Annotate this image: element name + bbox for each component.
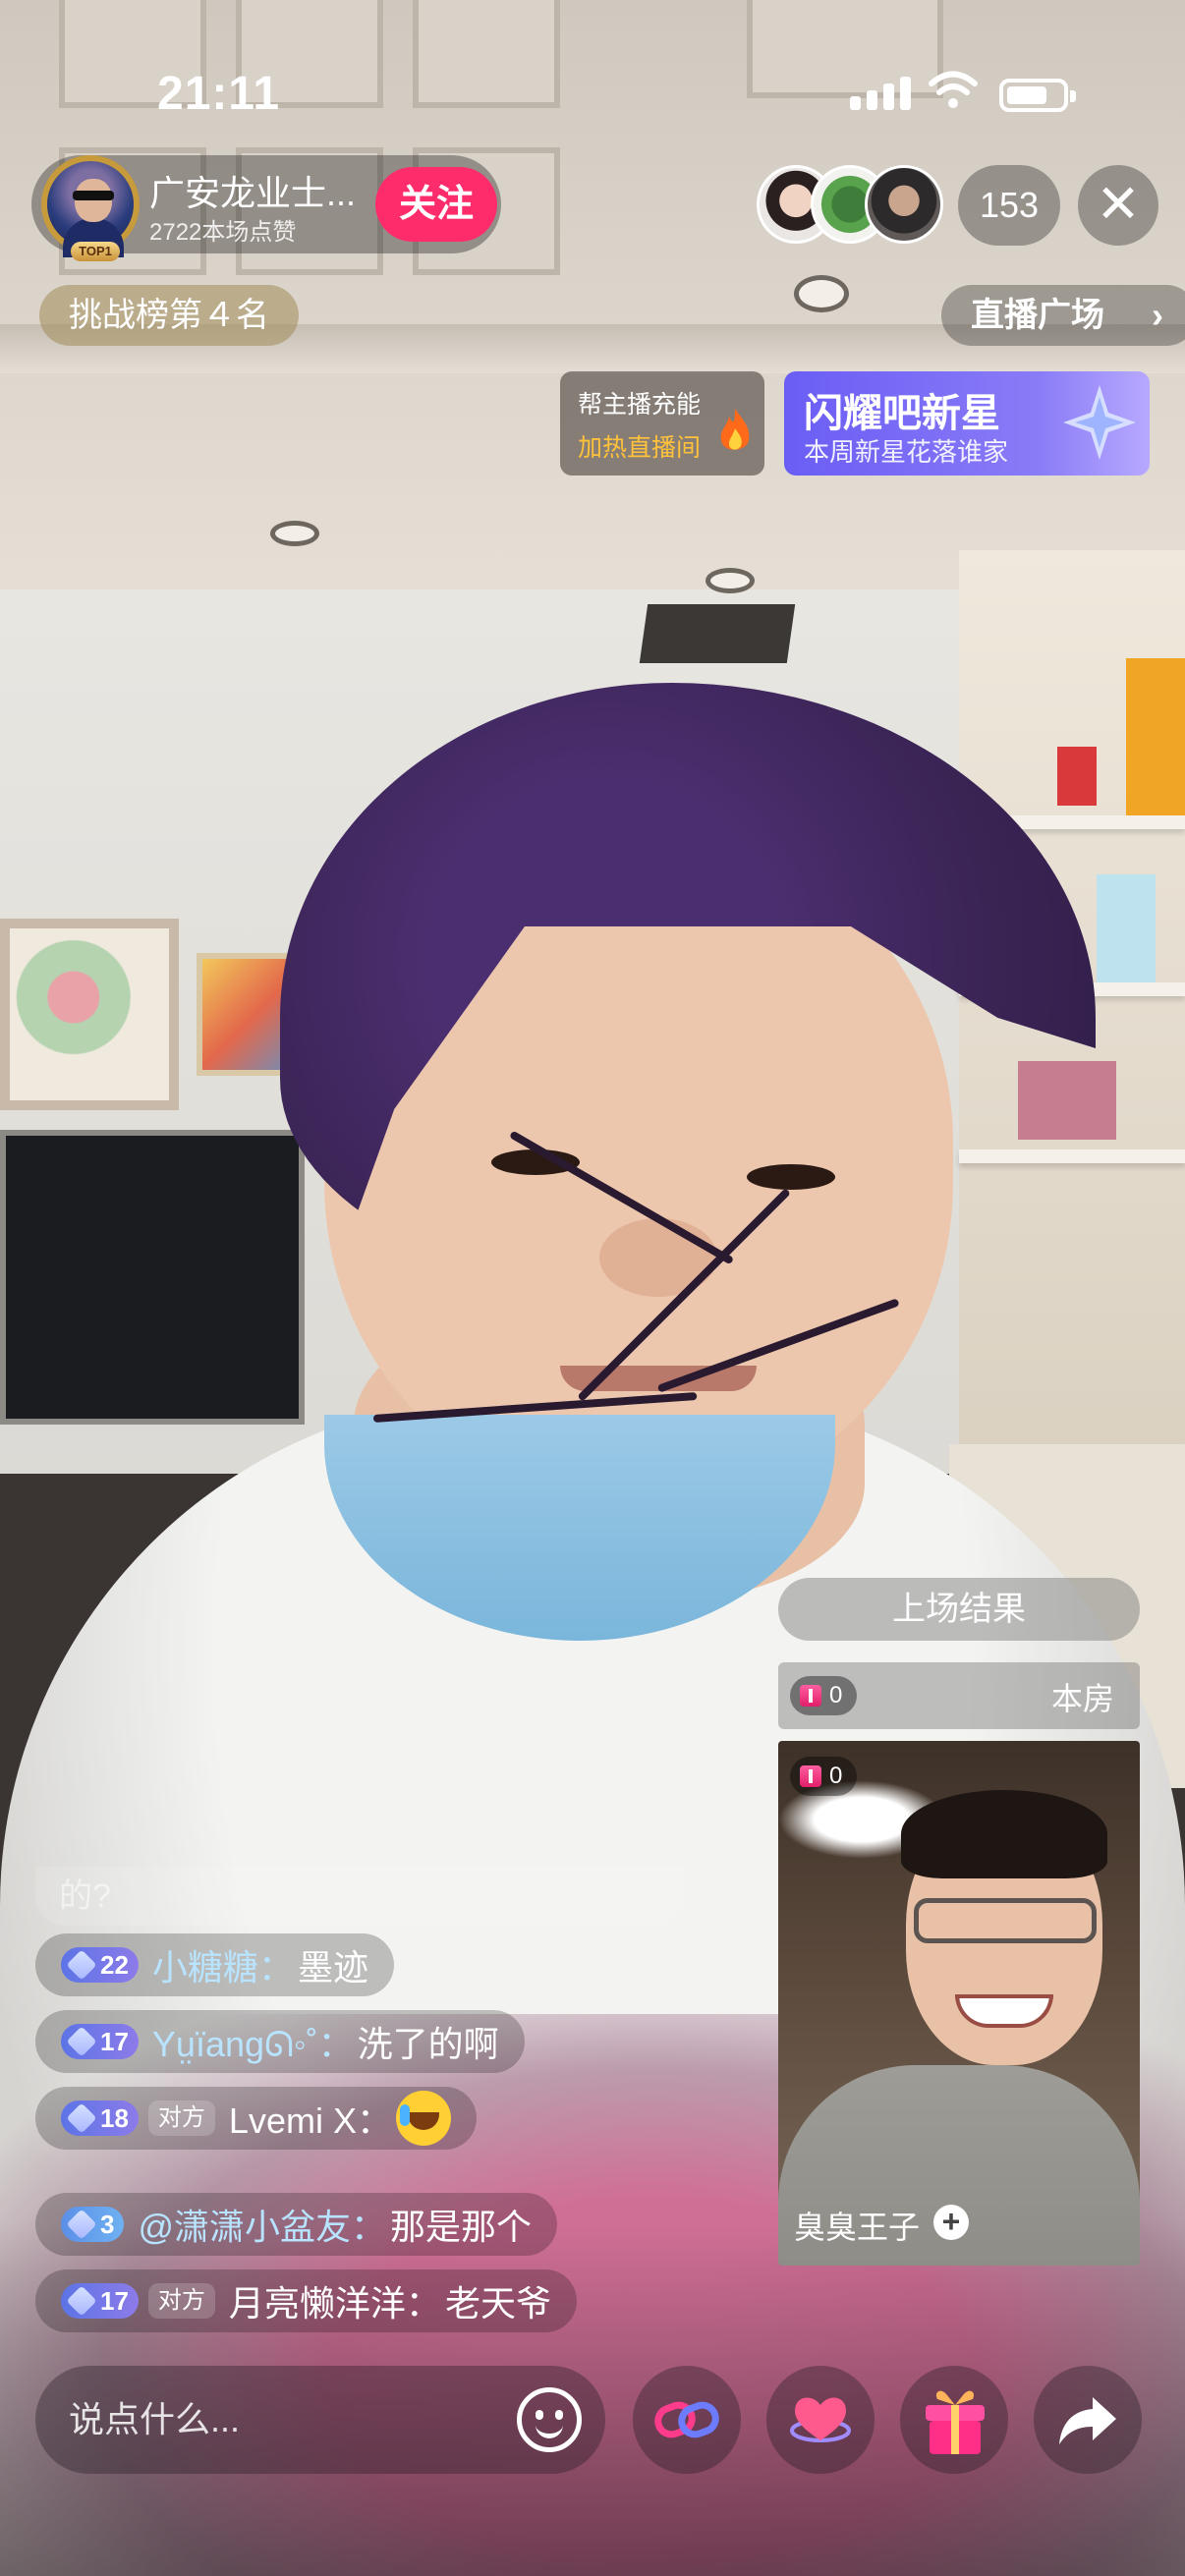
boost-line1: 帮主播充能	[578, 391, 702, 419]
home-score: 0	[790, 1676, 857, 1715]
comment-user[interactable]: Yṳïangᘏ◦˚：	[152, 2016, 354, 2067]
gift-box-icon	[926, 2390, 985, 2454]
challenge-rank-pill[interactable]: 挑战榜第４名	[39, 285, 299, 346]
link-button[interactable]	[633, 2366, 741, 2474]
rising-star-subtitle: 本周新星花落谁家	[804, 437, 1009, 467]
comment-row[interactable]: 22 小糖糖： 墨迹	[35, 1933, 394, 1996]
chevron-right-icon: ›	[1152, 295, 1163, 335]
wall-painting	[0, 919, 179, 1110]
boost-stream-card[interactable]: 帮主播充能 加热直播间	[560, 371, 764, 476]
eye	[747, 1164, 835, 1190]
battery-icon	[999, 79, 1076, 112]
score-icon	[800, 1765, 821, 1787]
host-likes: 2722本场点赞	[149, 219, 297, 246]
comment-text: 那是那个	[390, 2207, 533, 2247]
laugh-cry-emoji-icon	[395, 2091, 451, 2146]
level-badge: 17	[61, 2024, 139, 2059]
comment-input-placeholder: 说点什么...	[69, 2399, 241, 2439]
comment-user[interactable]: 小糖糖：	[152, 1939, 294, 1990]
top1-badge: TOP1	[71, 242, 120, 261]
diamond-icon	[66, 2209, 97, 2240]
match-result-pill[interactable]: 上场结果	[778, 1578, 1140, 1641]
shelf	[959, 550, 1185, 1533]
comment-row[interactable]: 18 对方 Lvemi X：	[35, 2087, 477, 2150]
gift-button[interactable]	[900, 2366, 1008, 2474]
boost-line2: 加热直播间	[578, 434, 702, 462]
level-badge: 17	[61, 2283, 139, 2319]
like-button[interactable]	[766, 2366, 875, 2474]
top-viewers[interactable]	[757, 165, 943, 248]
comment-text: 洗了的啊	[357, 2024, 499, 2064]
comment-input[interactable]: 说点什么...	[35, 2366, 605, 2474]
share-icon	[1059, 2397, 1116, 2444]
level-badge: 3	[61, 2207, 125, 2242]
status-time: 21:11	[157, 68, 281, 120]
comment-user[interactable]: 月亮懒洋洋：	[229, 2275, 441, 2326]
host-avatar[interactable]	[41, 155, 140, 257]
nose	[599, 1218, 717, 1297]
comment-text: 墨迹	[297, 1947, 368, 1988]
star-gem-icon	[1063, 385, 1136, 460]
level-badge: 18	[61, 2100, 139, 2136]
live-plaza-button[interactable]: 直播广场 ›	[941, 285, 1185, 346]
viewer-avatar[interactable]	[865, 165, 943, 244]
signal-icon	[850, 77, 911, 110]
opponent-side-tag: 对方	[147, 2100, 215, 2136]
comment-text: 老天爷	[444, 2283, 551, 2324]
opponent-score: 0	[790, 1757, 857, 1796]
heart-icon	[790, 2397, 851, 2442]
close-icon[interactable]: ✕	[1078, 165, 1158, 246]
ceiling-vent	[639, 604, 796, 663]
diamond-icon	[66, 2285, 97, 2317]
comment-row[interactable]: 17 Yṳïangᘏ◦˚： 洗了的啊	[35, 2010, 525, 2073]
diamond-icon	[66, 2026, 97, 2057]
opponent-hair	[901, 1790, 1107, 1878]
home-room-bar: 0 本房	[778, 1662, 1140, 1729]
opponent-name[interactable]: 臭臭王子	[794, 2203, 920, 2248]
comment-row[interactable]: 3 @潇潇小盆友： 那是那个	[35, 2193, 558, 2256]
emoji-icon[interactable]	[517, 2387, 582, 2452]
follow-button[interactable]: 关注	[375, 167, 497, 242]
faded-comment: 的?	[35, 1867, 684, 1926]
rising-star-card[interactable]: 闪耀吧新星 本周新星花落谁家	[784, 371, 1150, 476]
live-plaza-label: 直播广场	[971, 297, 1104, 334]
home-room-label: 本房	[1050, 1681, 1114, 1716]
follow-opponent-button[interactable]: +	[933, 2205, 969, 2240]
diamond-icon	[66, 1949, 97, 1981]
wifi-icon	[929, 71, 978, 108]
opponent-video[interactable]: 0 臭臭王子 +	[778, 1741, 1140, 2266]
comment-row[interactable]: 17 对方 月亮懒洋洋： 老天爷	[35, 2269, 577, 2332]
ceiling-light	[794, 275, 849, 312]
host-info[interactable]: TOP1 广安龙业士... 2722本场点赞 关注	[31, 155, 501, 261]
fire-icon	[720, 409, 750, 450]
rising-star-title: 闪耀吧新星	[804, 392, 1000, 435]
opponent-side-tag: 对方	[147, 2283, 215, 2319]
status-bar: 21:11	[0, 0, 1185, 138]
comment-user[interactable]: Lvemi X：	[229, 2093, 392, 2144]
diamond-icon	[66, 2102, 97, 2134]
ceiling-light	[705, 568, 755, 593]
host-name: 广安龙业士...	[149, 173, 357, 213]
share-button[interactable]	[1034, 2366, 1142, 2474]
comment-user[interactable]: @潇潇小盆友：	[138, 2199, 386, 2250]
ceiling-light	[270, 521, 319, 546]
level-badge: 22	[61, 1947, 139, 1983]
opponent-glasses	[914, 1898, 1097, 1943]
viewer-count[interactable]: 153	[958, 165, 1060, 246]
television	[0, 1130, 305, 1425]
score-icon	[800, 1685, 821, 1707]
